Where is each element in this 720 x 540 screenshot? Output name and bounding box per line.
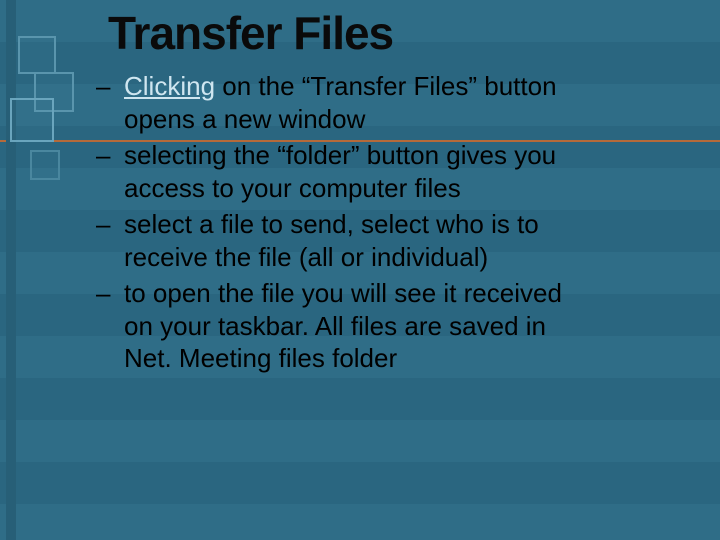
slide-title: Transfer Files: [108, 6, 393, 60]
bullet-dash: –: [96, 277, 110, 310]
slide-content: – Clicking on the “Transfer Files” butto…: [96, 70, 576, 379]
bullet-text: selecting the “folder” button gives you …: [124, 140, 556, 203]
bullet-dash: –: [96, 139, 110, 172]
deco-stripe: [6, 0, 16, 540]
bullet-text: to open the file you will see it receive…: [124, 278, 562, 373]
bullet-dash: –: [96, 208, 110, 241]
bullet-dash: –: [96, 70, 110, 103]
bullet-text: select a file to send, select who is to …: [124, 209, 539, 272]
deco-square-icon: [30, 150, 60, 180]
deco-square-icon: [10, 98, 54, 142]
bullet-item: – Clicking on the “Transfer Files” butto…: [96, 70, 576, 135]
slide: Transfer Files – Clicking on the “Transf…: [0, 0, 720, 540]
left-decoration: [0, 0, 72, 540]
bullet-text: Clicking on the “Transfer Files” button …: [124, 71, 557, 134]
deco-square-icon: [18, 36, 56, 74]
bullet-item: – select a file to send, select who is t…: [96, 208, 576, 273]
clicking-link[interactable]: Clicking: [124, 71, 215, 101]
bullet-item: – to open the file you will see it recei…: [96, 277, 576, 375]
bullet-item: – selecting the “folder” button gives yo…: [96, 139, 576, 204]
